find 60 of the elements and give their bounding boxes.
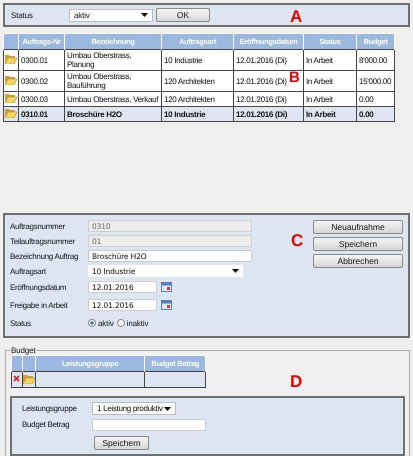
form-button[interactable]: Speichern — [313, 237, 403, 251]
table-cell: In Arbeit — [304, 92, 356, 106]
marker-label: D — [290, 373, 302, 390]
table-cell: Umbau Oberstrass, Verkauf — [64, 92, 162, 106]
radio-button[interactable] — [88, 319, 96, 328]
table-cell: 0300.03 — [18, 92, 64, 106]
amount-field[interactable] — [92, 418, 206, 430]
table-cell: In Arbeit — [304, 70, 356, 92]
field-label: Bezeichnung Auftrag — [10, 252, 80, 261]
form-button[interactable]: Neuaufnahme — [313, 220, 403, 234]
status-label: Status — [11, 10, 34, 20]
field-label: Auftragsnummer — [10, 222, 66, 231]
table-cell: 15'000.00 — [356, 70, 394, 92]
table-cell: Broschüre H2O — [64, 106, 162, 122]
ok-button[interactable]: OK — [156, 8, 210, 22]
form-button[interactable]: Abbrechen — [313, 254, 403, 268]
delete-icon[interactable] — [13, 375, 20, 382]
table-cell: 120 Architekten — [162, 70, 234, 92]
field-label: Eröffnungsdatum — [10, 282, 68, 292]
field-label: Status — [10, 318, 32, 328]
table-cell: In Arbeit — [304, 50, 356, 70]
field-label: Auftragsart — [10, 266, 47, 276]
group-label: Leistungsgruppe — [22, 404, 78, 413]
table-cell: 0310.01 — [18, 106, 64, 122]
status-select[interactable]: aktiv — [69, 8, 153, 22]
budget-legend: Budget — [10, 346, 36, 355]
marker-label: A — [290, 8, 302, 25]
folder-icon[interactable] — [22, 374, 35, 384]
amount-label: Budget Betrag — [22, 420, 70, 429]
table-cell: 12.01.2016 (Di) — [234, 92, 304, 106]
caret-icon — [232, 269, 239, 274]
order-row[interactable]: 0300.03 Umbau Oberstrass, Verkauf 120 Architekten 12.01.2016 (Di) In Arbeit 0.00 — [4, 92, 394, 106]
table-cell: 0.00 — [356, 92, 394, 106]
table-cell: Umbau Oberstrass, Bauführung — [64, 70, 162, 92]
table-cell: Umbau Oberstrass, Planung — [64, 50, 162, 70]
order-row[interactable]: 0310.01 Broschüre H2O 10 Industrie 12.01.2016 (Di) In Arbeit 0.00 — [4, 106, 394, 122]
radio-label: inaktiv — [126, 318, 148, 328]
field-label: Freigabe in Arbeit — [10, 300, 68, 310]
order-row[interactable]: 0300.01 Umbau Oberstrass, Planung 10 Industrie 12.01.2016 (Di) In Arbeit 8'000.00 — [4, 50, 394, 70]
caret-icon — [164, 406, 171, 410]
table-cell: 12.01.2016 (Di) — [234, 106, 304, 122]
table-cell: 0300.02 — [18, 70, 64, 92]
table-cell: In Arbeit — [304, 106, 356, 122]
radio-button[interactable] — [116, 319, 125, 328]
table-cell: 8'000.00 — [356, 50, 394, 70]
group-select[interactable]: 1 Leistung produktiv — [92, 402, 176, 415]
field-label: Teilauftragsnummer — [10, 236, 76, 246]
calendar-icon[interactable] — [161, 282, 172, 292]
save-button[interactable]: Speichern — [94, 436, 149, 450]
table-cell: 10 Industrie — [162, 50, 234, 70]
table-cell: 0300.01 — [18, 50, 64, 70]
radio-label: aktiv — [98, 318, 114, 328]
table-cell: 12.01.2016 (Di) — [234, 50, 304, 70]
table-cell: 10 Industrie — [162, 106, 234, 122]
marker-label: B — [289, 70, 300, 85]
marker-label: C — [291, 232, 304, 249]
calendar-icon[interactable] — [161, 300, 172, 310]
table-cell: 120 Architekten — [162, 92, 234, 106]
caret-icon — [141, 13, 148, 17]
table-cell: 0.00 — [356, 106, 394, 122]
